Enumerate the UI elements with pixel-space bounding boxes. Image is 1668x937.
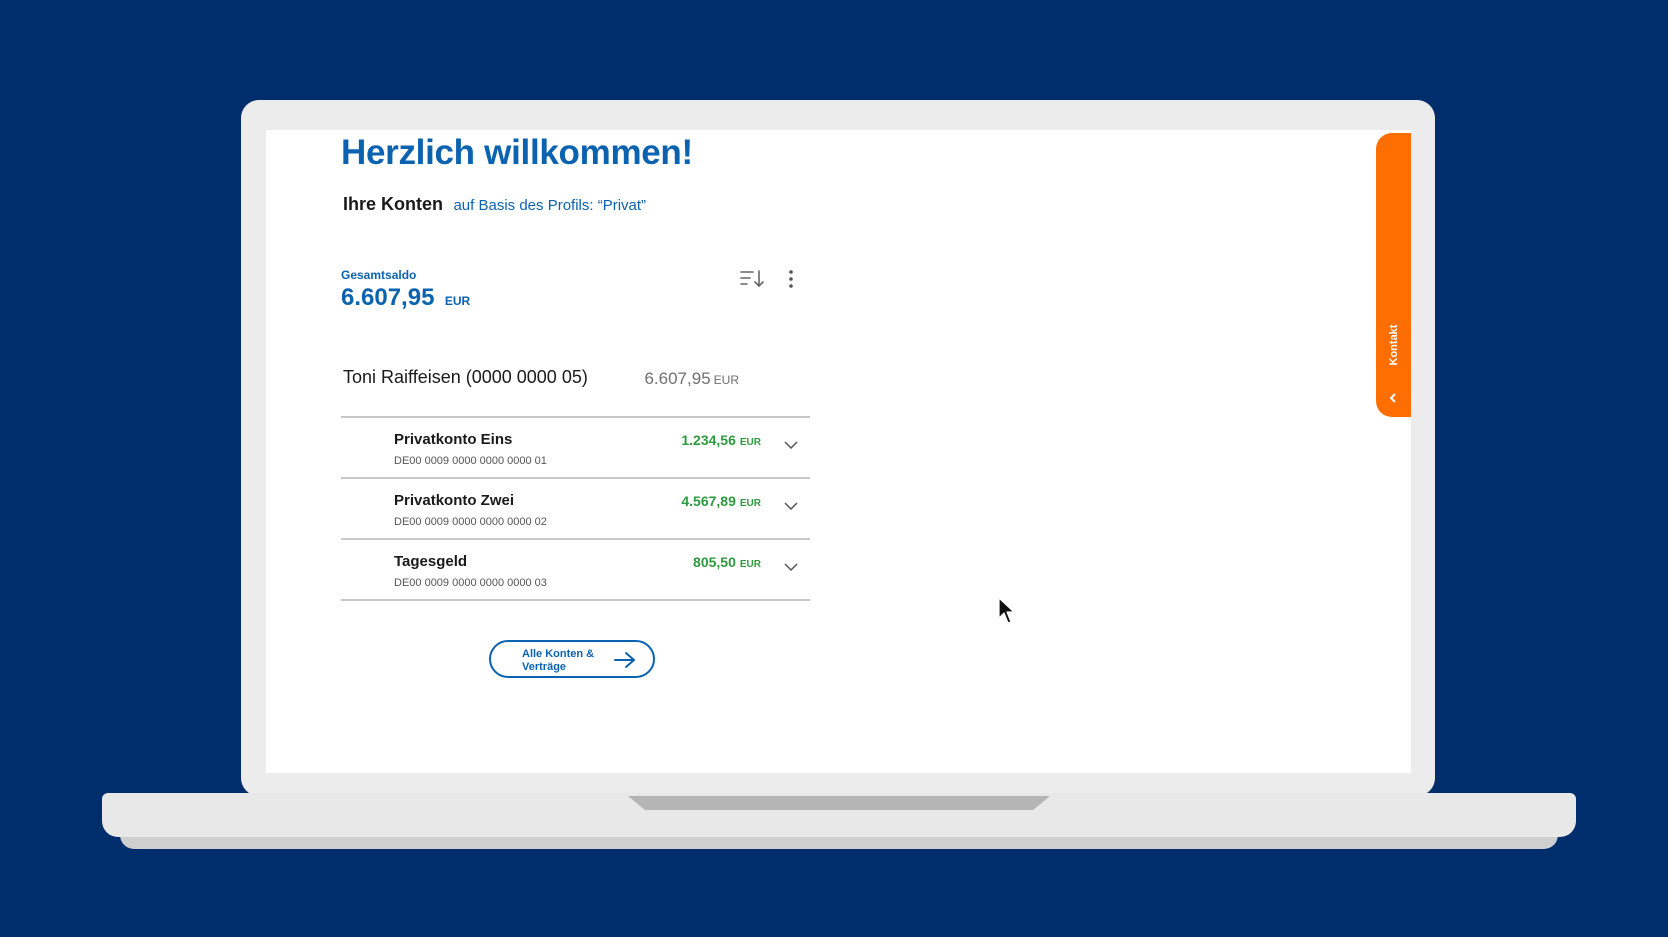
- app-screen: Herzlich willkommen! Ihre Konten auf Bas…: [266, 130, 1411, 773]
- account-balance-currency: EUR: [739, 559, 761, 570]
- account-row-privatkonto-zwei[interactable]: Privatkonto Zwei DE00 0009 0000 0000 000…: [341, 479, 810, 540]
- contact-tab-label: Kontakt: [1387, 324, 1400, 366]
- arrow-right-icon: [614, 652, 635, 668]
- accounts-heading-row: Ihre Konten auf Basis des Profils: “Priv…: [343, 194, 646, 215]
- account-name: Privatkonto Eins: [394, 431, 513, 448]
- laptop-base-shadow: [120, 835, 1558, 849]
- account-balance-value: 1.234,56: [681, 432, 736, 448]
- account-balance: 4.567,89 EUR: [681, 493, 761, 509]
- accounts-heading: Ihre Konten: [343, 194, 444, 214]
- account-balance-value: 4.567,89: [681, 493, 736, 509]
- total-balance-currency: EUR: [444, 294, 471, 308]
- account-name: Privatkonto Zwei: [394, 492, 515, 509]
- page-title: Herzlich willkommen!: [341, 133, 693, 172]
- chevron-left-icon: [1389, 393, 1396, 403]
- chevron-down-icon[interactable]: [784, 501, 798, 511]
- owner-balance-currency: EUR: [713, 373, 739, 387]
- account-balance: 805,50 EUR: [693, 554, 761, 570]
- total-balance: 6.607,95 EUR: [341, 284, 470, 312]
- total-balance-label: Gesamtsaldo: [341, 268, 417, 282]
- more-vertical-icon[interactable]: [786, 267, 796, 291]
- account-owner-name: Toni Raiffeisen (0000 0000 05): [343, 367, 588, 387]
- all-accounts-button-label: Alle Konten & Verträge: [522, 648, 595, 673]
- account-balance-currency: EUR: [739, 437, 761, 448]
- owner-balance-value: 6.607,95: [644, 369, 711, 388]
- account-balance-currency: EUR: [739, 498, 761, 509]
- sort-descending-icon[interactable]: [740, 268, 766, 290]
- mouse-pointer-icon: [998, 597, 1015, 624]
- chevron-down-icon[interactable]: [784, 440, 798, 450]
- all-accounts-button[interactable]: Alle Konten & Verträge: [489, 640, 655, 678]
- account-iban: DE00 0009 0000 0000 0000 01: [394, 455, 547, 467]
- total-balance-value: 6.607,95: [341, 284, 435, 311]
- account-owner-row: Toni Raiffeisen (0000 0000 05) 6.607,95 E…: [343, 367, 739, 397]
- account-iban: DE00 0009 0000 0000 0000 02: [394, 516, 547, 528]
- account-row-privatkonto-eins[interactable]: Privatkonto Eins DE00 0009 0000 0000 000…: [341, 418, 810, 479]
- account-balance: 1.234,56 EUR: [681, 432, 761, 448]
- account-iban: DE00 0009 0000 0000 0000 03: [394, 577, 547, 589]
- account-row-tagesgeld[interactable]: Tagesgeld DE00 0009 0000 0000 0000 03 80…: [341, 540, 810, 601]
- account-balance-value: 805,50: [693, 554, 736, 570]
- laptop-notch: [628, 796, 1050, 810]
- account-name: Tagesgeld: [394, 553, 468, 570]
- profile-note: auf Basis des Profils: “Privat”: [453, 197, 647, 214]
- chevron-down-icon[interactable]: [784, 562, 798, 572]
- contact-tab[interactable]: Kontakt: [1376, 133, 1411, 417]
- account-list: Privatkonto Eins DE00 0009 0000 0000 000…: [341, 416, 810, 601]
- account-owner-balance: 6.607,95 EUR: [644, 369, 739, 389]
